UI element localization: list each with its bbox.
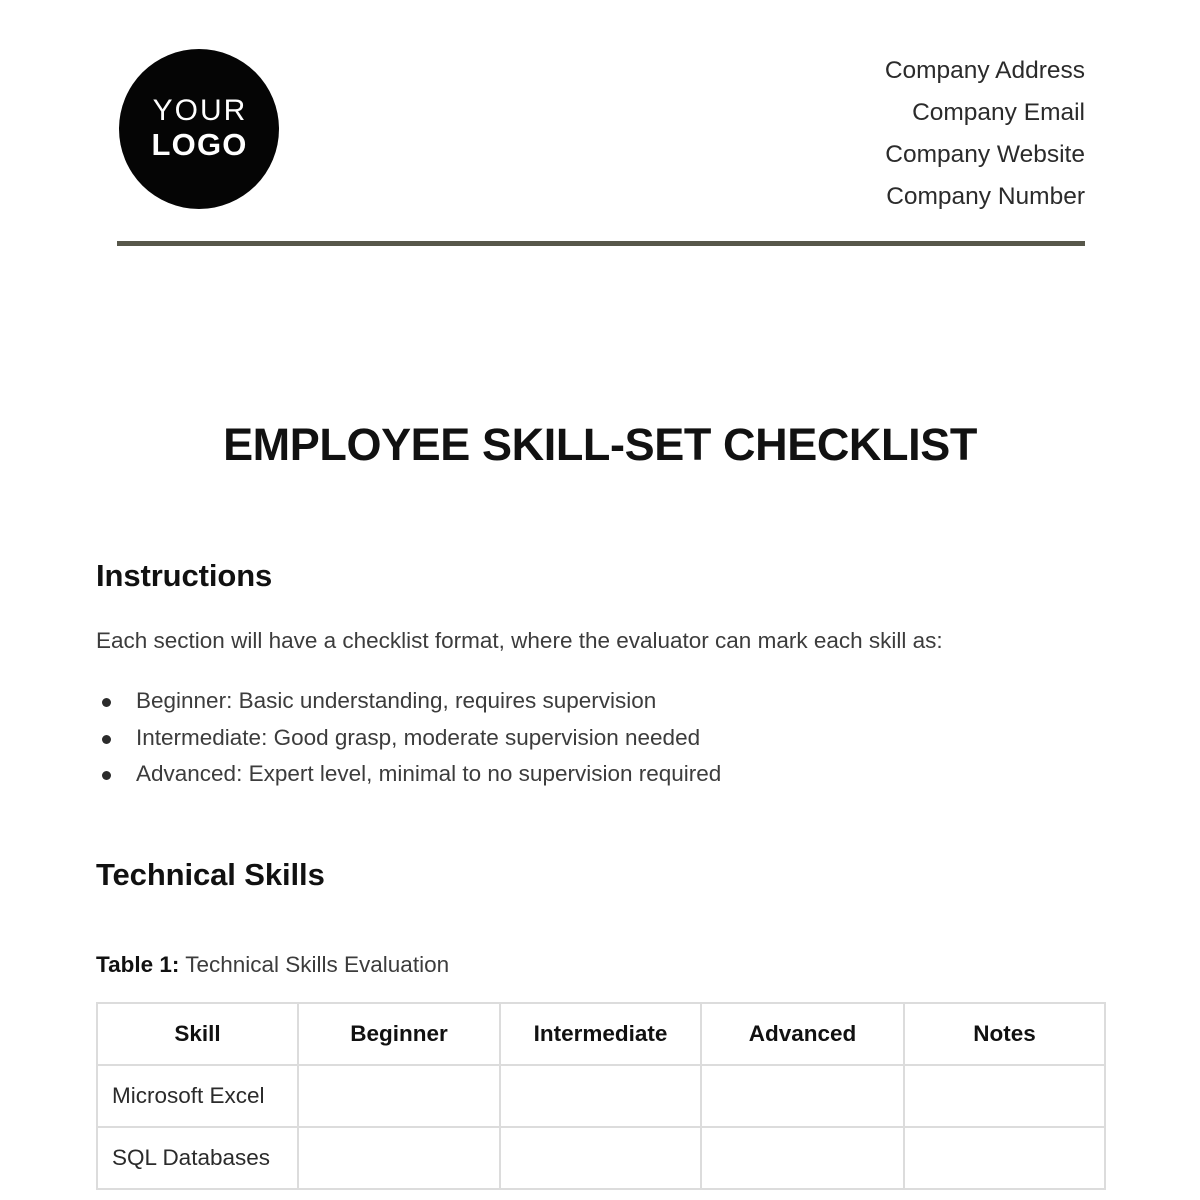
column-header-skill: Skill: [96, 1001, 299, 1066]
skill-level-beginner: Beginner: Basic understanding, requires …: [136, 688, 657, 713]
logo-text-your: YOUR: [152, 93, 248, 127]
column-header-intermediate: Intermediate: [499, 1001, 702, 1066]
list-item: Beginner: Basic understanding, requires …: [96, 683, 1104, 720]
document-header: YOUR LOGO Company Address Company Email …: [0, 0, 1200, 250]
cell-beginner-checkbox[interactable]: [297, 1125, 501, 1190]
bullet-icon: [102, 698, 111, 707]
column-header-beginner: Beginner: [297, 1001, 501, 1066]
header-divider: [117, 241, 1085, 246]
list-item: Intermediate: Good grasp, moderate super…: [96, 720, 1104, 757]
table-header-row: Skill Beginner Intermediate Advanced Not…: [96, 1001, 1106, 1066]
skill-level-intermediate: Intermediate: Good grasp, moderate super…: [136, 724, 701, 750]
cell-notes[interactable]: [903, 1125, 1106, 1190]
company-logo: YOUR LOGO: [119, 49, 279, 209]
cell-advanced-checkbox[interactable]: [700, 1063, 905, 1128]
document-body: Instructions Each section will have a ch…: [96, 556, 1106, 1190]
instructions-heading: Instructions: [96, 558, 273, 593]
company-contact-info: Company Address Company Email Company We…: [655, 50, 1085, 218]
table-caption-text: Technical Skills Evaluation: [185, 951, 450, 977]
column-header-notes: Notes: [903, 1001, 1106, 1066]
skill-level-list: Beginner: Basic understanding, requires …: [96, 683, 1104, 793]
cell-beginner-checkbox[interactable]: [297, 1063, 501, 1128]
cell-skill: Microsoft Excel: [96, 1063, 299, 1128]
technical-skills-heading: Technical Skills: [96, 856, 325, 892]
company-website: Company Website: [885, 141, 1085, 168]
table-row: SQL Databases: [96, 1125, 1106, 1190]
bullet-icon: [102, 771, 111, 780]
technical-skills-table: Skill Beginner Intermediate Advanced Not…: [96, 1001, 1106, 1190]
cell-intermediate-checkbox[interactable]: [499, 1063, 702, 1128]
bullet-icon: [102, 734, 111, 744]
cell-notes[interactable]: [903, 1063, 1106, 1128]
list-item: Advanced: Expert level, minimal to no su…: [96, 756, 1104, 793]
skill-level-advanced: Advanced: Expert level, minimal to no su…: [136, 761, 722, 786]
table-caption: Table 1: Technical Skills Evaluation: [96, 950, 1104, 980]
column-header-advanced: Advanced: [700, 1001, 905, 1066]
instructions-paragraph: Each section will have a checklist forma…: [96, 628, 943, 653]
cell-advanced-checkbox[interactable]: [700, 1125, 905, 1190]
company-address: Company Address: [884, 57, 1085, 84]
page-title: EMPLOYEE SKILL-SET CHECKLIST: [223, 419, 977, 470]
company-email: Company Email: [912, 99, 1085, 126]
table-row: Microsoft Excel: [96, 1063, 1106, 1128]
cell-skill: SQL Databases: [96, 1125, 299, 1190]
logo-text-logo: LOGO: [151, 126, 248, 162]
document-page: YOUR LOGO Company Address Company Email …: [0, 0, 1200, 1200]
cell-intermediate-checkbox[interactable]: [499, 1125, 702, 1190]
company-number: Company Number: [886, 183, 1085, 210]
table-caption-label: Table 1:: [96, 951, 180, 977]
